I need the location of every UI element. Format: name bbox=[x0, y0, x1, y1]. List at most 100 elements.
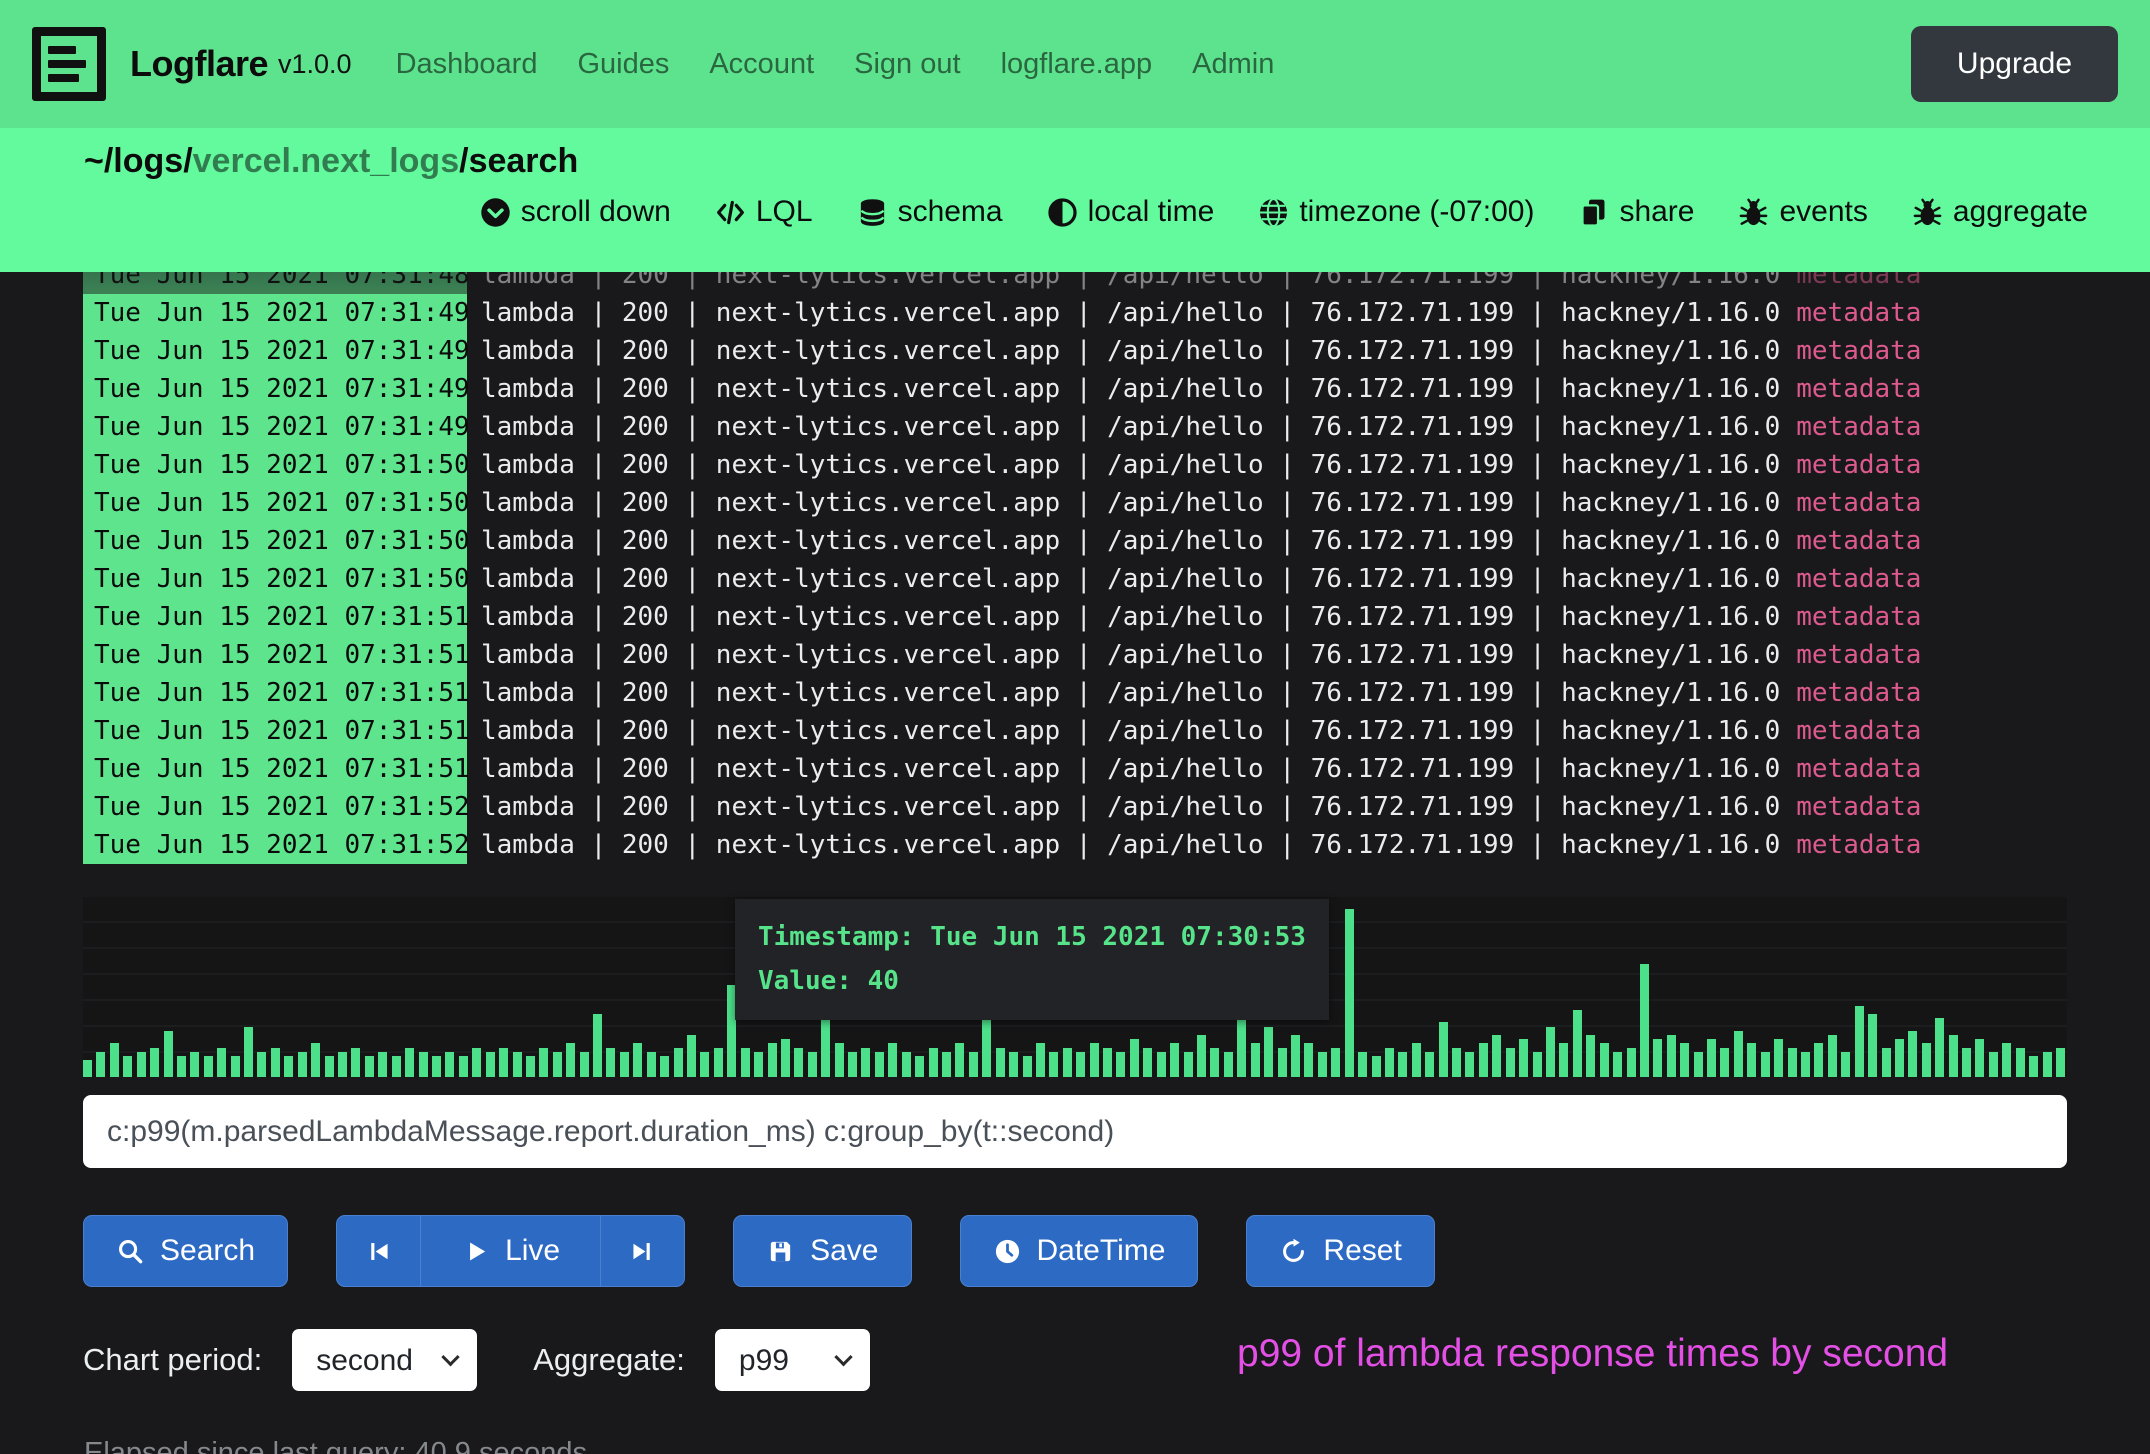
chart-bar[interactable] bbox=[553, 1052, 562, 1077]
skip-backward-button[interactable] bbox=[336, 1215, 421, 1287]
breadcrumb-root[interactable]: ~/logs/ bbox=[84, 142, 193, 180]
chart-bar[interactable] bbox=[1640, 964, 1649, 1077]
chart-bar[interactable] bbox=[794, 1048, 803, 1077]
chart-bar[interactable] bbox=[1143, 1048, 1152, 1077]
chart-bar[interactable] bbox=[1841, 1052, 1850, 1077]
toolbar-item-aggregate[interactable]: aggregate bbox=[1912, 195, 2088, 229]
log-metadata-link[interactable]: metadata bbox=[1796, 564, 1921, 594]
chart-bar[interactable] bbox=[1452, 1048, 1461, 1077]
reset-button[interactable]: Reset bbox=[1246, 1215, 1434, 1287]
chart-bar[interactable] bbox=[1157, 1052, 1166, 1077]
chart-bar[interactable] bbox=[1130, 1039, 1139, 1077]
chart-bar[interactable] bbox=[1559, 1043, 1568, 1077]
toolbar-item-lql[interactable]: LQL bbox=[715, 195, 813, 229]
chart-bar[interactable] bbox=[1680, 1043, 1689, 1077]
chart-bar[interactable] bbox=[969, 1052, 978, 1077]
aggregate-select[interactable]: p99 bbox=[715, 1329, 870, 1391]
chart-bar[interactable] bbox=[808, 1052, 817, 1077]
chart-bar[interactable] bbox=[942, 1052, 951, 1077]
log-metadata-link[interactable]: metadata bbox=[1796, 488, 1921, 518]
datetime-button[interactable]: DateTime bbox=[960, 1215, 1199, 1287]
chart-bar[interactable] bbox=[1694, 1052, 1703, 1077]
chart-bar[interactable] bbox=[2043, 1052, 2052, 1077]
log-metadata-link[interactable]: metadata bbox=[1796, 830, 1921, 860]
chart-bar[interactable] bbox=[848, 1052, 857, 1077]
chart-bar[interactable] bbox=[996, 1048, 1005, 1077]
chart-bar[interactable] bbox=[2002, 1043, 2011, 1077]
chart-bar[interactable] bbox=[1855, 1006, 1864, 1077]
upgrade-button[interactable]: Upgrade bbox=[1911, 26, 2118, 102]
chart-bar[interactable] bbox=[1224, 1052, 1233, 1077]
chart-bar[interactable] bbox=[1573, 1010, 1582, 1077]
log-metadata-link[interactable]: metadata bbox=[1796, 298, 1921, 328]
chart-bar[interactable] bbox=[955, 1043, 964, 1077]
chart-bar[interactable] bbox=[1465, 1052, 1474, 1077]
log-metadata-link[interactable]: metadata bbox=[1796, 754, 1921, 784]
chart-bar[interactable] bbox=[257, 1052, 266, 1077]
chart-bar[interactable] bbox=[365, 1056, 374, 1077]
toolbar-item-share[interactable]: share bbox=[1578, 195, 1694, 229]
chart-bar[interactable] bbox=[875, 1052, 884, 1077]
live-button[interactable]: Live bbox=[420, 1215, 601, 1287]
chart-bar[interactable] bbox=[674, 1048, 683, 1077]
chart-bar[interactable] bbox=[190, 1052, 199, 1077]
nav-link-sign-out[interactable]: Sign out bbox=[854, 48, 960, 81]
chart-bar[interactable] bbox=[338, 1052, 347, 1077]
query-input[interactable] bbox=[83, 1095, 2067, 1168]
chart-bar[interactable] bbox=[1345, 909, 1354, 1077]
chart-period-select[interactable]: second bbox=[292, 1329, 477, 1391]
chart-bar[interactable] bbox=[1922, 1043, 1931, 1077]
chart-bar[interactable] bbox=[284, 1056, 293, 1077]
chart-bar[interactable] bbox=[231, 1056, 240, 1077]
chart-bar[interactable] bbox=[714, 1048, 723, 1077]
chart-bar[interactable] bbox=[633, 1043, 642, 1077]
skip-forward-button[interactable] bbox=[600, 1215, 685, 1287]
log-metadata-link[interactable]: metadata bbox=[1796, 716, 1921, 746]
search-button[interactable]: Search bbox=[83, 1215, 288, 1287]
chart-bar[interactable] bbox=[1439, 1022, 1448, 1077]
chart-bar[interactable] bbox=[1828, 1035, 1837, 1077]
chart-bar[interactable] bbox=[2029, 1056, 2038, 1077]
chart-bar[interactable] bbox=[1586, 1035, 1595, 1077]
log-metadata-link[interactable]: metadata bbox=[1796, 602, 1921, 632]
chart-bar[interactable] bbox=[1023, 1056, 1032, 1077]
chart-bar[interactable] bbox=[1600, 1043, 1609, 1077]
chart-bar[interactable] bbox=[1935, 1018, 1944, 1077]
chart-bar[interactable] bbox=[204, 1056, 213, 1077]
chart-bar[interactable] bbox=[620, 1052, 629, 1077]
chart-bar[interactable] bbox=[1707, 1039, 1716, 1077]
chart-bar[interactable] bbox=[110, 1043, 119, 1077]
chart-bar[interactable] bbox=[1210, 1048, 1219, 1077]
chart-bar[interactable] bbox=[566, 1043, 575, 1077]
chart-bar[interactable] bbox=[1479, 1043, 1488, 1077]
chart-bar[interactable] bbox=[593, 1014, 602, 1077]
chart-bar[interactable] bbox=[1372, 1056, 1381, 1077]
chart-bar[interactable] bbox=[177, 1056, 186, 1077]
chart-bar[interactable] bbox=[835, 1043, 844, 1077]
chart-bar[interactable] bbox=[1425, 1052, 1434, 1077]
chart-bar[interactable] bbox=[96, 1052, 105, 1077]
toolbar-item-local-time[interactable]: local time bbox=[1047, 195, 1215, 229]
chart-bar[interactable] bbox=[888, 1043, 897, 1077]
log-metadata-link[interactable]: metadata bbox=[1796, 640, 1921, 670]
chart-bar[interactable] bbox=[1788, 1048, 1797, 1077]
chart-bar[interactable] bbox=[1184, 1052, 1193, 1077]
chart-bar[interactable] bbox=[1801, 1052, 1810, 1077]
chart-bar[interactable] bbox=[1734, 1031, 1743, 1077]
log-metadata-link[interactable]: metadata bbox=[1796, 412, 1921, 442]
chart-bar[interactable] bbox=[298, 1052, 307, 1077]
chart-bar[interactable] bbox=[83, 1060, 92, 1077]
chart-bar[interactable] bbox=[606, 1048, 615, 1077]
chart-bar[interactable] bbox=[2016, 1048, 2025, 1077]
chart-bar[interactable] bbox=[741, 1048, 750, 1077]
chart-bar[interactable] bbox=[526, 1056, 535, 1077]
toolbar-item-events[interactable]: events bbox=[1738, 195, 1867, 229]
chart-bar[interactable] bbox=[781, 1039, 790, 1077]
chart-bar[interactable] bbox=[164, 1031, 173, 1077]
chart-bar[interactable] bbox=[1882, 1048, 1891, 1077]
chart-bar[interactable] bbox=[1264, 1027, 1273, 1077]
chart-bar[interactable] bbox=[392, 1056, 401, 1077]
chart-bar[interactable] bbox=[1398, 1052, 1407, 1077]
chart-bar[interactable] bbox=[1063, 1048, 1072, 1077]
chart-bar[interactable] bbox=[150, 1048, 159, 1077]
